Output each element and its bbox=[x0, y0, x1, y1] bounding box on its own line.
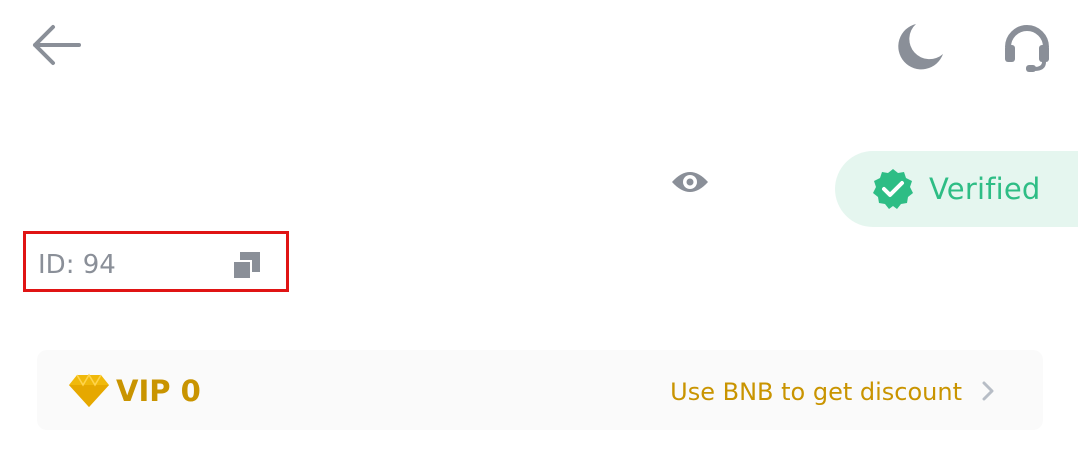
vip-level-label: VIP 0 bbox=[116, 374, 201, 408]
verified-badge[interactable]: Verified bbox=[835, 151, 1078, 227]
verified-check-icon bbox=[871, 167, 915, 211]
eye-icon bbox=[672, 172, 708, 192]
diamond-icon bbox=[67, 373, 111, 409]
verified-label: Verified bbox=[929, 172, 1041, 206]
moon-icon bbox=[898, 24, 943, 70]
user-id: ID: 94 bbox=[38, 250, 116, 280]
headset-icon bbox=[1005, 25, 1049, 72]
copy-id-button[interactable] bbox=[226, 246, 266, 286]
arrow-left-icon bbox=[33, 25, 81, 65]
toggle-visibility-button[interactable] bbox=[668, 162, 712, 202]
back-button[interactable] bbox=[26, 18, 86, 72]
support-button[interactable] bbox=[996, 17, 1058, 77]
vip-discount-link[interactable]: Use BNB to get discount bbox=[670, 376, 962, 408]
theme-toggle-button[interactable] bbox=[890, 17, 950, 77]
copy-icon bbox=[232, 252, 260, 280]
chevron-right-icon bbox=[978, 378, 998, 404]
